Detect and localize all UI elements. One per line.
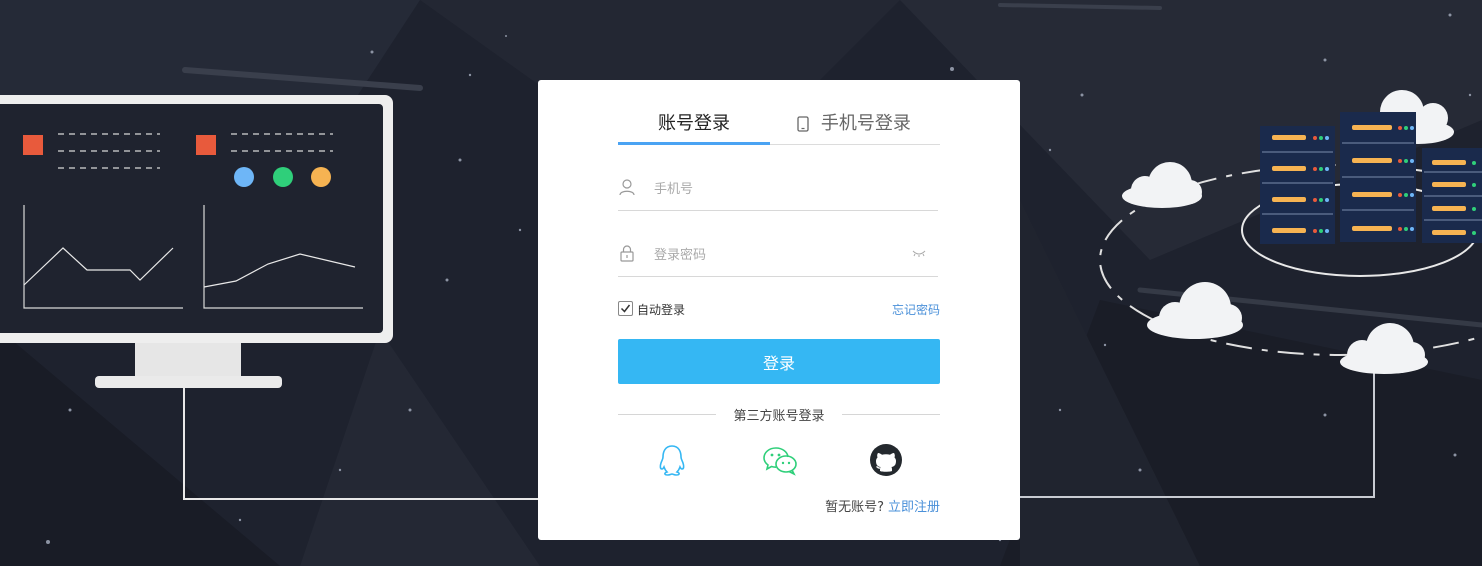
register-link[interactable]: 立即注册 xyxy=(888,500,940,515)
qq-icon[interactable] xyxy=(654,442,690,478)
login-options: 自动登录 忘记密码 xyxy=(618,300,940,318)
wechat-icon[interactable] xyxy=(762,442,798,478)
password-input[interactable] xyxy=(652,240,906,270)
eye-closed-icon[interactable] xyxy=(912,248,926,258)
no-account-text: 暂无账号? xyxy=(825,500,884,515)
phone-field xyxy=(618,166,938,211)
user-icon xyxy=(619,179,635,196)
login-card: 账号登录 手机号登录 手机号 自动登录 忘记密码 登录 第三方账号登录 暂无账号… xyxy=(538,80,1020,540)
auto-login-label: 自动登录 xyxy=(637,303,686,317)
lock-icon xyxy=(620,245,634,262)
third-party-divider: 第三方账号登录 xyxy=(618,405,940,424)
mobile-phone-icon xyxy=(797,116,809,132)
github-icon[interactable] xyxy=(868,442,904,478)
login-tabs: 账号登录 手机号登录 xyxy=(618,104,940,145)
auto-login-checkbox[interactable] xyxy=(618,301,633,316)
phone-input[interactable] xyxy=(652,174,906,204)
password-field xyxy=(618,232,938,277)
register-prompt: 暂无账号? 立即注册 xyxy=(825,496,940,515)
tab-account-login-label: 账号登录 xyxy=(658,113,730,134)
tab-account-login[interactable]: 账号登录 xyxy=(618,104,770,145)
tab-phone-login-label: 手机号登录 xyxy=(820,113,911,134)
tab-phone-login[interactable]: 手机号登录 xyxy=(778,104,930,144)
forgot-password-link[interactable]: 忘记密码 xyxy=(892,301,940,318)
login-button[interactable]: 登录 xyxy=(618,339,940,384)
divider-line-right xyxy=(842,414,940,415)
checkmark-icon xyxy=(620,304,631,313)
